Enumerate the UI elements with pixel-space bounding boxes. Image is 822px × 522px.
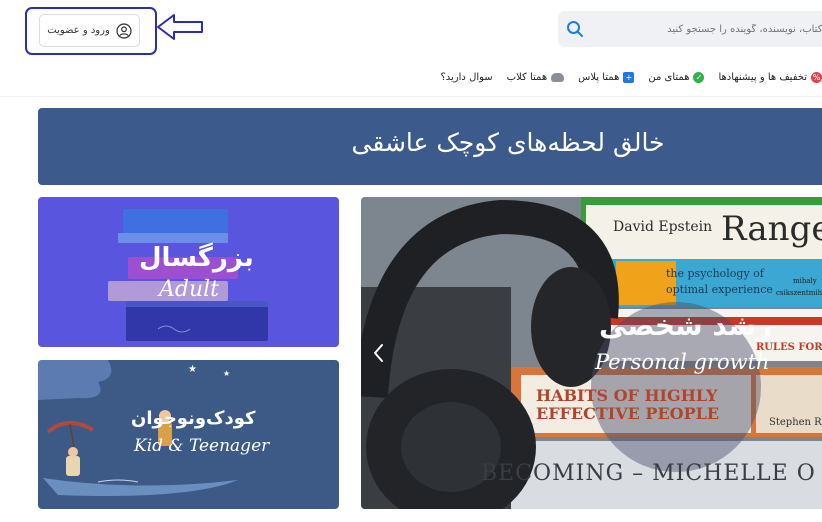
book-psychology-line2: optimal experience xyxy=(666,283,773,296)
search-input[interactable] xyxy=(588,11,822,47)
top-nav: % تخفیف ها و پیشنهادها ✓ همتای من + همتا… xyxy=(430,68,822,86)
nav-faq[interactable]: سوال دارید؟ xyxy=(440,72,492,83)
chevron-left-icon xyxy=(374,344,383,362)
search-icon[interactable] xyxy=(566,20,584,38)
banner-slogan: خالق لحظه‌های کوچک عاشقی xyxy=(351,128,665,157)
book-stephen: Stephen R xyxy=(769,417,822,428)
nav-label: تخفیف ها و پیشنهادها xyxy=(718,71,807,83)
book-csik: csikszentmih xyxy=(776,289,822,297)
discount-icon: % xyxy=(811,71,822,83)
slider-prev-button[interactable] xyxy=(369,341,387,365)
plus-icon: + xyxy=(623,71,635,83)
hero-banner[interactable]: خالق لحظه‌های کوچک عاشقی xyxy=(38,108,822,185)
book-mihaly: mihaly xyxy=(793,277,817,285)
user-icon xyxy=(116,22,132,39)
pointer-arrow-icon xyxy=(157,14,203,40)
shield-check-icon: ✓ xyxy=(693,71,705,83)
search-bar xyxy=(558,11,822,47)
nav-my-hamta[interactable]: ✓ همتای من xyxy=(648,71,705,83)
login-register-button[interactable]: ورود و عضویت xyxy=(39,14,140,47)
nav-label: همتای من xyxy=(648,71,690,83)
card-title-fa: بزرگسال xyxy=(139,243,254,273)
card-title-fa: کودک‌ونوجوان xyxy=(131,408,256,429)
book-psychology-line1: the psychology of xyxy=(666,267,764,280)
login-highlight-box: ورود و عضویت xyxy=(25,7,157,55)
card-title-en: Kid & Teenager xyxy=(134,436,270,456)
card-title-en: Adult xyxy=(159,277,220,302)
nav-hamta-club[interactable]: همتا کلاب xyxy=(506,71,565,83)
site-header: ورود و عضویت % تخفیف ها و پیشنهادها ✓ هم… xyxy=(0,0,822,97)
book-author-epstein: David Epstein xyxy=(613,219,713,235)
book-habits-line1: HABITS OF HIGHLY xyxy=(536,386,718,405)
card-title-en: Personal growth xyxy=(595,350,770,374)
book-title-range: Range xyxy=(721,209,822,249)
club-icon xyxy=(551,72,565,82)
nav-hamta-plus[interactable]: + همتا پلاس xyxy=(578,71,635,83)
svg-text:★: ★ xyxy=(223,369,230,378)
category-card-personal-growth[interactable]: David Epstein Range the psychology of op… xyxy=(361,197,822,509)
nav-label: همتا کلاب xyxy=(506,71,548,83)
login-label: ورود و عضویت xyxy=(47,25,110,36)
card-title-fa: رشد شخصی xyxy=(599,309,773,342)
nav-discounts[interactable]: % تخفیف ها و پیشنهادها xyxy=(718,71,822,83)
book-becoming: BECOMING – MICHELLE O xyxy=(481,461,816,486)
nav-label: سوال دارید؟ xyxy=(440,71,493,83)
category-card-adult[interactable]: بزرگسال Adult xyxy=(38,197,339,347)
category-card-kid[interactable]: ★ ★ کودک‌ونوجوان Kid & Teenager xyxy=(38,360,339,509)
nav-label: همتا پلاس xyxy=(578,71,620,83)
kids-boat-illustration: ★ ★ xyxy=(38,360,238,496)
book-habits-line2: EFFECTIVE PEOPLE xyxy=(536,404,720,423)
svg-text:★: ★ xyxy=(188,364,197,375)
